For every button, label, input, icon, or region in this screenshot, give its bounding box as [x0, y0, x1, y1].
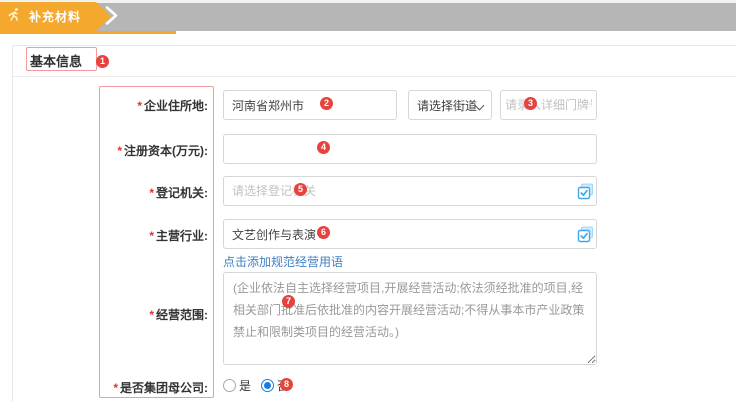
registration-authority-input[interactable] — [223, 176, 597, 206]
section-divider — [13, 76, 736, 77]
stepbar-top-strip — [0, 0, 736, 3]
street-select[interactable]: 请选择街道 — [408, 90, 492, 120]
required-mark: * — [149, 229, 154, 243]
radio-no-label[interactable]: 否 — [277, 377, 289, 394]
required-mark: * — [149, 186, 154, 200]
business-scope-textarea[interactable]: (企业依法自主选择经营项目,开展经营活动;依法须经批准的项目,经相关部门批准后依… — [223, 272, 597, 365]
add-standard-terms-link[interactable]: 点击添加规范经营用语 — [223, 253, 343, 270]
required-mark: * — [117, 144, 122, 158]
main-industry-input[interactable] — [223, 219, 597, 249]
radio-yes-label[interactable]: 是 — [239, 377, 251, 394]
group-parent-radio-group: 是 否 — [223, 377, 299, 394]
radio-no[interactable] — [261, 379, 274, 392]
industry-picker-icon[interactable] — [577, 226, 594, 243]
company-address-input[interactable] — [223, 90, 397, 120]
label-company-address: *企业住所地: — [100, 97, 208, 114]
runner-icon — [7, 7, 22, 27]
label-registration-authority: *登记机关: — [100, 184, 208, 201]
step-underline — [0, 31, 176, 34]
authority-picker-icon[interactable] — [577, 183, 594, 200]
chevron-separator-icon — [105, 6, 119, 30]
label-group-parent: *是否集团母公司: — [100, 379, 208, 396]
page: 补充材料 基本信息 1 2 3 4 5 6 7 8 *企业住所地: *注册资本(… — [0, 0, 736, 402]
label-registered-capital: *注册资本(万元): — [100, 142, 208, 159]
step-tab-label: 补充材料 — [29, 8, 81, 25]
radio-yes[interactable] — [223, 379, 236, 392]
label-main-industry: *主营行业: — [100, 227, 208, 244]
required-mark: * — [113, 381, 118, 395]
section-title: 基本信息 — [30, 51, 82, 70]
step-progress-bar: 补充材料 — [0, 0, 736, 31]
required-mark: * — [137, 99, 142, 113]
registered-capital-input[interactable] — [223, 134, 597, 164]
step-tab-supplementary[interactable]: 补充材料 — [0, 2, 112, 31]
street-select-value: 请选择街道 — [417, 97, 477, 114]
address-detail-input[interactable] — [500, 90, 597, 120]
label-business-scope: *经营范围: — [100, 306, 208, 323]
required-mark: * — [149, 308, 154, 322]
